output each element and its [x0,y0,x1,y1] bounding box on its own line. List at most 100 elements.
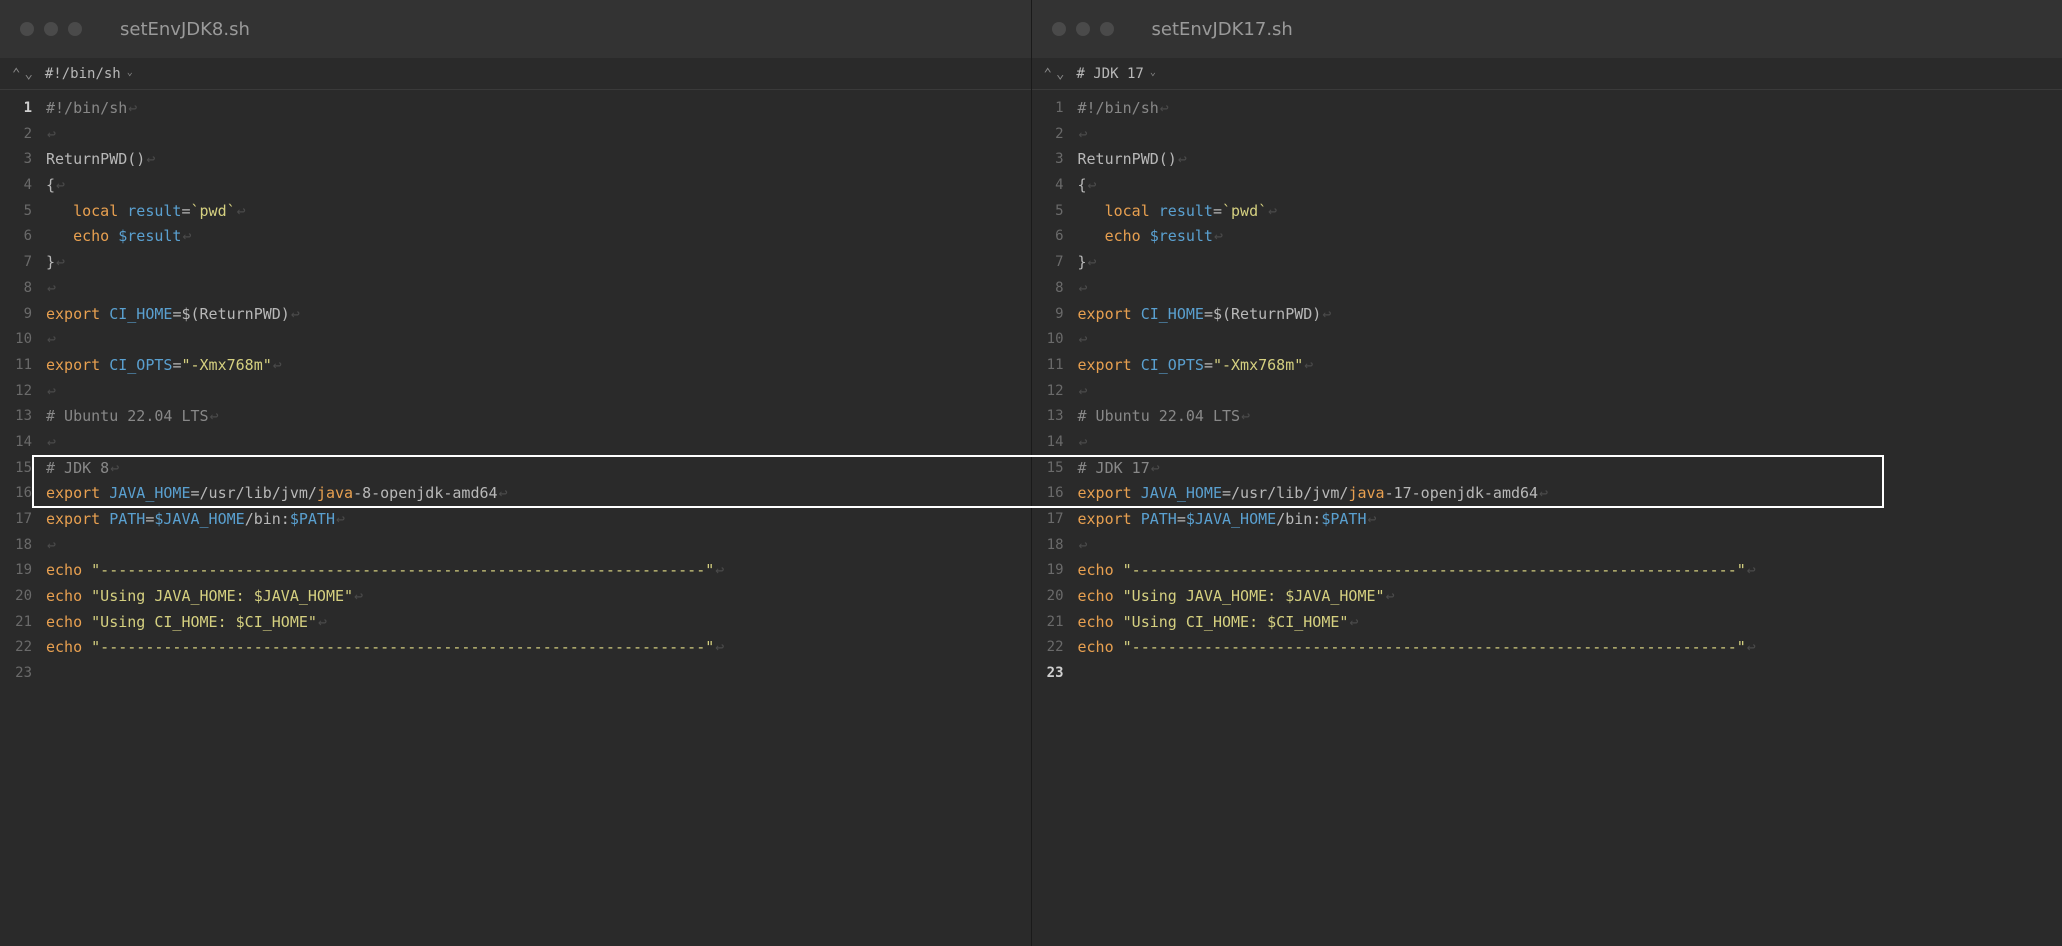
eol-icon: ↩ [318,613,327,631]
line-number: 12 [0,379,32,405]
minimize-icon[interactable] [44,22,58,36]
zoom-icon[interactable] [1100,22,1114,36]
line-number: 5 [1032,199,1064,225]
code-line[interactable]: ↩ [1078,379,2062,405]
code-editor[interactable]: 1234567891011121314151617181920212223#!/… [1032,90,2062,946]
code-line[interactable]: export PATH=$JAVA_HOME/bin:$PATH↩ [46,507,1031,533]
breadcrumb-item[interactable]: # JDK 17 [1076,66,1155,82]
eol-icon: ↩ [715,561,724,579]
code-line[interactable]: #!/bin/sh↩ [1078,96,2062,122]
code-line[interactable]: {↩ [1078,173,2062,199]
eol-icon: ↩ [237,202,246,220]
code-line[interactable]: echo "----------------------------------… [46,558,1031,584]
line-number: 20 [1032,584,1064,610]
code-line[interactable]: local result=`pwd`↩ [46,199,1031,225]
code-line[interactable]: ReturnPWD()↩ [46,147,1031,173]
eol-icon: ↩ [1079,536,1088,554]
nav-up-icon[interactable]: ⌃ [1044,66,1052,82]
code-line[interactable]: ↩ [46,276,1031,302]
line-number: 1 [1032,96,1064,122]
code-line[interactable]: echo $result↩ [1078,224,2062,250]
code-line[interactable]: export JAVA_HOME=/usr/lib/jvm/java-17-op… [1078,481,2062,507]
code-line[interactable]: ↩ [46,430,1031,456]
line-number: 15 [0,456,32,482]
code-line[interactable]: # JDK 17↩ [1078,456,2062,482]
code-line[interactable]: ReturnPWD()↩ [1078,147,2062,173]
code-line[interactable]: }↩ [46,250,1031,276]
code-line[interactable]: {↩ [46,173,1031,199]
code-line[interactable]: #!/bin/sh↩ [46,96,1031,122]
code-line[interactable]: echo "----------------------------------… [1078,635,2062,661]
code-line[interactable]: echo "Using JAVA_HOME: $JAVA_HOME"↩ [46,584,1031,610]
file-tab[interactable]: setEnvJDK8.sh [120,19,250,40]
nav-down-icon[interactable]: ⌄ [1056,66,1064,82]
code-line[interactable]: ↩ [1078,533,2062,559]
eol-icon: ↩ [47,279,56,297]
code-line[interactable]: # Ubuntu 22.04 LTS↩ [46,404,1031,430]
code-line[interactable]: ↩ [1078,327,2062,353]
code-line[interactable]: # Ubuntu 22.04 LTS↩ [1078,404,2062,430]
code-line[interactable]: ↩ [46,327,1031,353]
code-line[interactable]: }↩ [1078,250,2062,276]
code-line[interactable]: export JAVA_HOME=/usr/lib/jvm/java-8-ope… [46,481,1031,507]
code-line[interactable]: echo "Using CI_HOME: $CI_HOME"↩ [1078,610,2062,636]
code-content[interactable]: #!/bin/sh↩↩ReturnPWD()↩{↩ local result=`… [46,96,1031,687]
code-line[interactable]: export CI_HOME=$(ReturnPWD)↩ [46,302,1031,328]
code-line[interactable]: export PATH=$JAVA_HOME/bin:$PATH↩ [1078,507,2062,533]
eol-icon: ↩ [1304,356,1313,374]
eol-icon: ↩ [1079,125,1088,143]
code-line[interactable] [46,661,1031,687]
eol-icon: ↩ [499,484,508,502]
code-line[interactable]: ↩ [1078,122,2062,148]
file-tab[interactable]: setEnvJDK17.sh [1152,19,1293,40]
code-line[interactable]: ↩ [46,122,1031,148]
breadcrumb-bar: ⌃ ⌄ # JDK 17 [1032,58,2062,90]
eol-icon: ↩ [56,176,65,194]
code-line[interactable]: ↩ [46,379,1031,405]
code-editor[interactable]: 1234567891011121314151617181920212223#!/… [0,90,1031,946]
line-number: 12 [1032,379,1064,405]
code-line[interactable]: ↩ [1078,276,2062,302]
code-line[interactable]: export CI_OPTS="-Xmx768m"↩ [1078,353,2062,379]
eol-icon: ↩ [1079,382,1088,400]
split-view: setEnvJDK8.sh ⌃ ⌄ #!/bin/sh 123456789101… [0,0,2062,946]
code-line[interactable]: local result=`pwd`↩ [1078,199,2062,225]
close-icon[interactable] [20,22,34,36]
eol-icon: ↩ [1349,613,1358,631]
minimize-icon[interactable] [1076,22,1090,36]
eol-icon: ↩ [47,433,56,451]
code-line[interactable]: echo "Using JAVA_HOME: $JAVA_HOME"↩ [1078,584,2062,610]
code-line[interactable]: echo "----------------------------------… [46,635,1031,661]
code-content[interactable]: #!/bin/sh↩ ↩ ReturnPWD()↩{↩ local result=`… [1078,96,2062,687]
eol-icon: ↩ [110,459,119,477]
traffic-lights [20,22,82,36]
line-number: 17 [1032,507,1064,533]
code-line[interactable] [1078,661,2062,687]
code-line[interactable]: echo "Using CI_HOME: $CI_HOME"↩ [46,610,1031,636]
close-icon[interactable] [1052,22,1066,36]
breadcrumb-item[interactable]: #!/bin/sh [45,66,133,82]
eol-icon: ↩ [1151,459,1160,477]
code-line[interactable]: ↩ [46,533,1031,559]
eol-icon: ↩ [47,382,56,400]
code-line[interactable]: echo "----------------------------------… [1078,558,2062,584]
code-line[interactable]: echo $result↩ [46,224,1031,250]
line-number: 7 [0,250,32,276]
nav-down-icon[interactable]: ⌄ [24,66,32,82]
eol-icon: ↩ [1079,433,1088,451]
line-number: 18 [0,533,32,559]
eol-icon: ↩ [1079,330,1088,348]
nav-up-icon[interactable]: ⌃ [12,66,20,82]
line-number: 1 [0,96,32,122]
eol-icon: ↩ [273,356,282,374]
line-number: 16 [0,481,32,507]
code-line[interactable]: ↩ [1078,430,2062,456]
code-line[interactable]: export CI_HOME=$(ReturnPWD)↩ [1078,302,2062,328]
code-line[interactable]: export CI_OPTS="-Xmx768m"↩ [46,353,1031,379]
zoom-icon[interactable] [68,22,82,36]
eol-icon: ↩ [1386,587,1395,605]
line-number: 11 [1032,353,1064,379]
eol-icon: ↩ [1088,176,1097,194]
code-line[interactable]: # JDK 8↩ [46,456,1031,482]
line-number: 2 [1032,122,1064,148]
